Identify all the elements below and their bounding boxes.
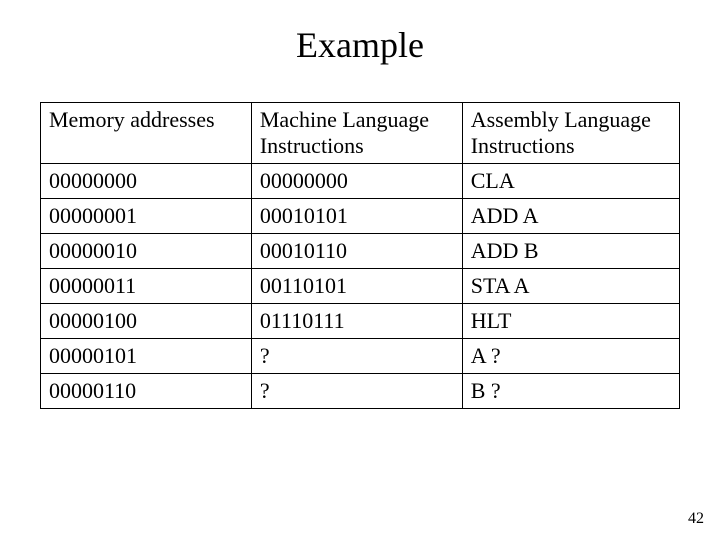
cell-address: 00000110 (41, 374, 252, 409)
cell-address: 00000000 (41, 164, 252, 199)
table-row: 00000101 ? A ? (41, 339, 680, 374)
cell-address: 00000010 (41, 234, 252, 269)
cell-assembly: B ? (462, 374, 679, 409)
table-row: 00000110 ? B ? (41, 374, 680, 409)
cell-address: 00000101 (41, 339, 252, 374)
cell-address: 00000011 (41, 269, 252, 304)
cell-machine: 00110101 (251, 269, 462, 304)
table-row: 00000010 00010110 ADD B (41, 234, 680, 269)
instruction-table: Memory addresses Machine Language Instru… (40, 102, 680, 409)
header-machine-language: Machine Language Instructions (251, 103, 462, 164)
cell-assembly: A ? (462, 339, 679, 374)
header-memory-addresses: Memory addresses (41, 103, 252, 164)
cell-assembly: CLA (462, 164, 679, 199)
cell-machine: 00000000 (251, 164, 462, 199)
cell-address: 00000100 (41, 304, 252, 339)
cell-assembly: ADD A (462, 199, 679, 234)
cell-machine: 01110111 (251, 304, 462, 339)
cell-assembly: STA A (462, 269, 679, 304)
page-title: Example (0, 0, 720, 102)
cell-machine: ? (251, 374, 462, 409)
cell-address: 00000001 (41, 199, 252, 234)
cell-machine: ? (251, 339, 462, 374)
header-assembly-language: Assembly Language Instructions (462, 103, 679, 164)
table-row: 00000011 00110101 STA A (41, 269, 680, 304)
cell-machine: 00010110 (251, 234, 462, 269)
table-header-row: Memory addresses Machine Language Instru… (41, 103, 680, 164)
table-row: 00000100 01110111 HLT (41, 304, 680, 339)
slide: Example Memory addresses Machine Languag… (0, 0, 720, 540)
table-row: 00000001 00010101 ADD A (41, 199, 680, 234)
cell-assembly: ADD B (462, 234, 679, 269)
page-number: 42 (688, 510, 704, 528)
cell-machine: 00010101 (251, 199, 462, 234)
table-row: 00000000 00000000 CLA (41, 164, 680, 199)
cell-assembly: HLT (462, 304, 679, 339)
